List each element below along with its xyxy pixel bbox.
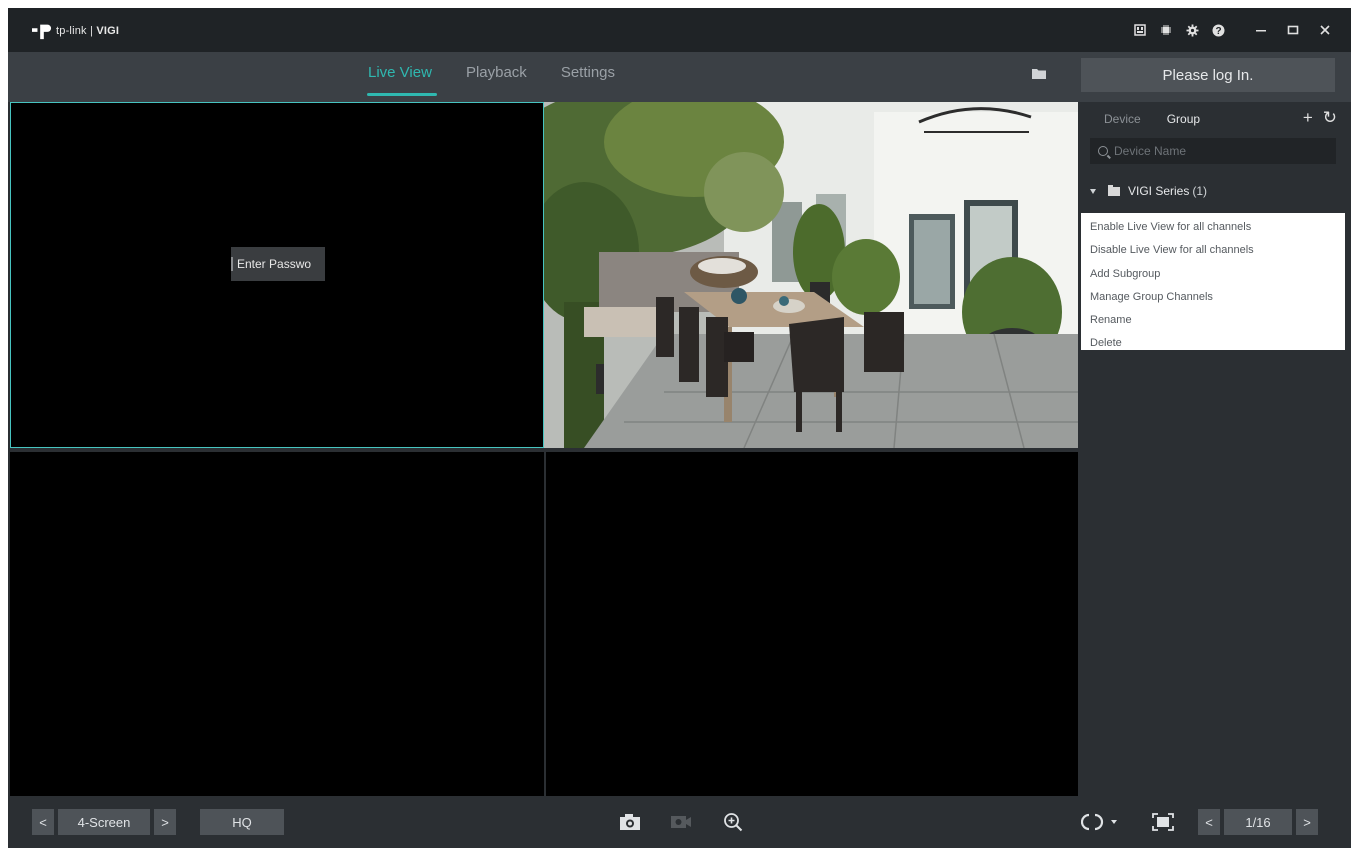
main-tabs: Live View Playback Settings	[367, 52, 649, 102]
menu-disable-live-view[interactable]: Disable Live View for all channels	[1081, 239, 1345, 262]
record-icon[interactable]	[668, 809, 694, 835]
layout-prev-button[interactable]: <	[32, 809, 54, 835]
search-icon	[1098, 146, 1108, 156]
panel-actions: + ↻	[1303, 108, 1337, 128]
tab-device[interactable]: Device	[1104, 112, 1141, 126]
snapshot-icon[interactable]	[617, 809, 643, 835]
page-prev-button[interactable]: <	[1198, 809, 1220, 835]
sequence-icon[interactable]	[1080, 809, 1120, 835]
product-name: VIGI	[96, 25, 120, 37]
maximize-icon[interactable]	[1277, 18, 1309, 42]
app-window: tp-link | VIGI ? Live View Playback Sett…	[8, 8, 1351, 848]
app-logo: tp-link | VIGI	[32, 20, 119, 42]
video-cell-1[interactable]: Enter Passwo	[10, 102, 544, 448]
camera-feed-image	[544, 102, 1078, 448]
group-folder-icon	[1108, 184, 1120, 196]
page-next-button[interactable]: >	[1296, 809, 1318, 835]
window-actions: ?	[1127, 18, 1341, 42]
menu-manage-group-channels[interactable]: Manage Group Channels	[1081, 286, 1345, 309]
group-name: VIGI Series	[1128, 184, 1190, 198]
title-bar: tp-link | VIGI ?	[8, 8, 1351, 52]
layout-next-button[interactable]: >	[154, 809, 176, 835]
tab-live-view[interactable]: Live View	[367, 52, 437, 102]
minimize-icon[interactable]	[1245, 18, 1277, 42]
brand-text: tp-link | VIGI	[56, 25, 119, 37]
panel-tabs: Device Group	[1104, 112, 1200, 126]
nav-bar: Live View Playback Settings Please log I…	[8, 52, 1351, 102]
device-search[interactable]	[1090, 138, 1336, 164]
menu-add-subgroup[interactable]: Add Subgroup	[1081, 263, 1345, 286]
zoom-in-icon[interactable]	[720, 809, 746, 835]
enter-password-button[interactable]: Enter Passwo	[231, 247, 325, 281]
log-icon[interactable]	[1127, 18, 1153, 42]
gear-icon[interactable]	[1179, 18, 1205, 42]
tp-link-logo-icon	[32, 24, 52, 40]
tab-group[interactable]: Group	[1167, 112, 1200, 126]
add-group-icon[interactable]: +	[1303, 108, 1313, 128]
video-grid: Enter Passwo	[8, 102, 1080, 796]
expand-caret-icon[interactable]	[1090, 188, 1096, 194]
video-cell-4[interactable]	[546, 452, 1078, 796]
layout-selector[interactable]: 4-Screen	[58, 809, 150, 835]
chip-icon[interactable]	[1153, 18, 1179, 42]
close-icon[interactable]	[1309, 18, 1341, 42]
help-icon[interactable]: ?	[1205, 18, 1231, 42]
tab-settings[interactable]: Settings	[561, 52, 615, 102]
folder-icon[interactable]	[1032, 68, 1046, 79]
quality-button[interactable]: HQ	[200, 809, 284, 835]
brand-name: tp-link	[56, 25, 87, 37]
fullscreen-icon[interactable]	[1150, 809, 1176, 835]
refresh-icon[interactable]: ↻	[1323, 108, 1337, 128]
svg-text:?: ?	[1215, 26, 1221, 37]
video-cell-2[interactable]	[544, 102, 1078, 448]
page-indicator: 1/16	[1224, 809, 1292, 835]
group-tree-item[interactable]: VIGI Series (1)	[1090, 184, 1207, 198]
device-search-input[interactable]	[1114, 144, 1314, 158]
menu-delete[interactable]: Delete	[1081, 332, 1345, 355]
bottom-toolbar: < 4-Screen > HQ < 1/16 >	[8, 796, 1351, 848]
menu-rename[interactable]: Rename	[1081, 309, 1345, 332]
login-button[interactable]: Please log In.	[1081, 58, 1335, 92]
menu-enable-live-view[interactable]: Enable Live View for all channels	[1081, 216, 1345, 239]
device-panel: Device Group + ↻ VIGI Series (1)	[1080, 102, 1351, 796]
group-context-menu: Enable Live View for all channels Disabl…	[1081, 213, 1345, 350]
brand-separator: |	[90, 25, 94, 37]
group-count: (1)	[1192, 184, 1208, 198]
video-cell-3[interactable]	[10, 452, 544, 796]
tab-playback[interactable]: Playback	[466, 52, 527, 102]
